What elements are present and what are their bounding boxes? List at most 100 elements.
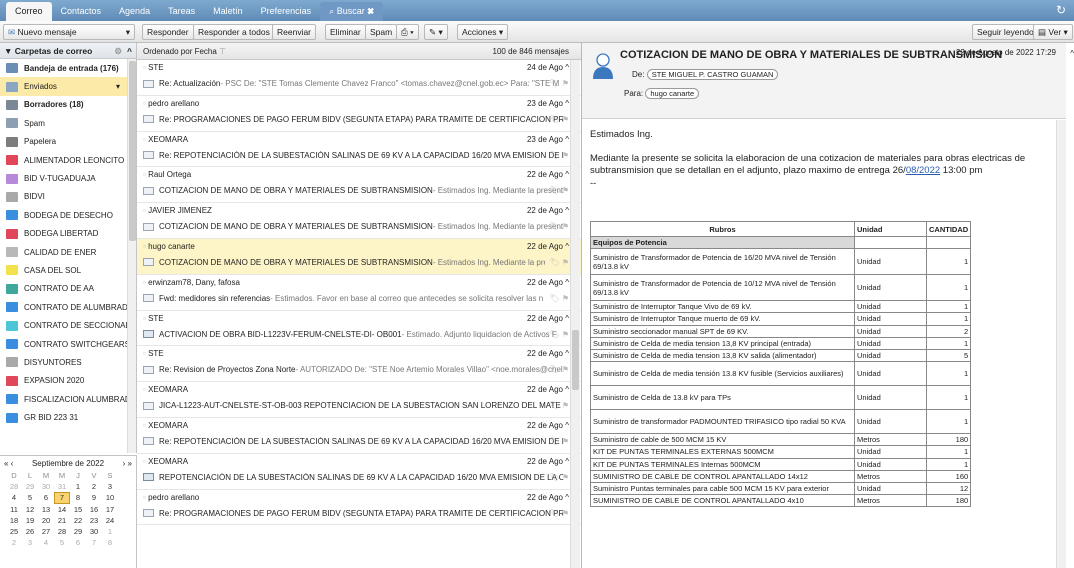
flag-icon[interactable]: ⚑ (562, 473, 569, 482)
calendar-day[interactable]: 28 (54, 526, 70, 537)
calendar-day[interactable]: 11 (6, 504, 22, 515)
settings-icon[interactable]: ⚙ (114, 43, 122, 59)
list-scrollbar[interactable] (570, 60, 580, 568)
tag-icon[interactable]: 🏷 (549, 186, 559, 195)
calendar-day[interactable]: 21 (54, 515, 70, 526)
calendar-day[interactable]: 13 (38, 504, 54, 515)
flag-icon[interactable]: ⚑ (562, 151, 569, 160)
folder-item[interactable]: EXPASION 2020 (0, 372, 136, 390)
expand-icon[interactable]: ^ (565, 63, 569, 72)
folder-item[interactable]: GR BID 223 31 (0, 408, 136, 426)
chevron-down-icon[interactable]: ▾ (126, 25, 130, 39)
tab-agenda[interactable]: Agenda (110, 2, 159, 21)
flag-icon[interactable]: ⚑ (562, 437, 569, 446)
actions-button[interactable]: Acciones ▾ (457, 24, 509, 40)
calendar-day[interactable]: 8 (70, 492, 86, 503)
flag-icon[interactable]: ⚑ (562, 258, 569, 267)
message-row[interactable]: ▫ erwinzam78, Dany, fafosa 22 de Ago ^ Fwd… (137, 275, 581, 311)
calendar-day[interactable]: 5 (22, 492, 38, 503)
calendar-day[interactable]: 6 (70, 537, 86, 548)
calendar-day[interactable]: 27 (38, 526, 54, 537)
calendar-day[interactable]: 12 (22, 504, 38, 515)
message-list-header[interactable]: Ordenado por Fecha ⊤ 100 de 846 mensajes (137, 43, 581, 60)
calendar-day[interactable]: 8 (102, 537, 118, 548)
message-row[interactable]: ▫ XEOMARA 22 de Ago ^ REPOTENCIACIÓN DE LA… (137, 454, 581, 490)
calendar-day[interactable]: 3 (22, 537, 38, 548)
calendar-day[interactable]: 9 (86, 492, 102, 503)
calendar-day[interactable]: 29 (22, 481, 38, 492)
flag-icon[interactable]: ⚑ (562, 365, 569, 374)
tag-icon[interactable]: 🏷 (549, 222, 559, 231)
close-icon[interactable]: ✖ (367, 6, 374, 16)
message-row[interactable]: ▫ STE 24 de Ago ^ Re: Actualización - PSC … (137, 60, 581, 96)
calendar-day[interactable]: 4 (6, 492, 22, 503)
expand-icon[interactable]: ^ (565, 421, 569, 430)
expand-icon[interactable]: ^ (565, 242, 569, 251)
flag-icon[interactable]: ⚑ (562, 115, 569, 124)
folder-item[interactable]: DISYUNTORES (0, 353, 136, 371)
print-button[interactable]: ⎙ ▾ (396, 24, 419, 40)
calendar-day[interactable]: 19 (22, 515, 38, 526)
folder-item[interactable]: CONTRATO SWITCHGEARS (0, 335, 136, 353)
folder-item[interactable]: BIDVI (0, 188, 136, 206)
view-button[interactable]: ▤ Ver ▾ (1033, 24, 1073, 40)
tag-icon[interactable]: 🏷 (549, 330, 559, 339)
folder-item[interactable]: CALIDAD DE ENER (0, 243, 136, 261)
tag-icon[interactable]: 🏷 (549, 437, 559, 446)
folder-item[interactable]: Borradores (18) (0, 96, 136, 114)
delete-button[interactable]: Eliminar (325, 24, 366, 40)
collapse-icon[interactable]: ^ (127, 43, 132, 59)
message-row[interactable]: ▫ XEOMARA 22 de Ago ^ Re: REPOTENCIACIÓN D… (137, 418, 581, 454)
calendar-day[interactable]: 20 (38, 515, 54, 526)
calendar-day[interactable]: 7 (86, 537, 102, 548)
expand-icon[interactable]: ^ (565, 314, 569, 323)
date-link[interactable]: 08/2022 (906, 165, 940, 176)
calendar-day[interactable]: 29 (70, 526, 86, 537)
refresh-icon[interactable]: ↻ (1056, 3, 1066, 17)
reply-button[interactable]: Responder (142, 24, 194, 40)
calendar-day[interactable]: 26 (22, 526, 38, 537)
message-row[interactable]: ▫ JAVIER JIMENEZ 22 de Ago ^ COTIZACION DE… (137, 203, 581, 239)
calendar-day[interactable]: 3 (102, 481, 118, 492)
calendar-day[interactable]: 14 (54, 504, 70, 515)
folder-item[interactable]: Papelera (0, 133, 136, 151)
folder-item[interactable]: BODEGA DE DESECHO (0, 206, 136, 224)
folders-header[interactable]: ▼ Carpetas de correo ⚙ ^ (0, 43, 136, 59)
calendar-day[interactable]: 24 (102, 515, 118, 526)
folder-item[interactable]: Spam (0, 114, 136, 132)
calendar-day[interactable]: 2 (6, 537, 22, 548)
calendar-day[interactable]: 28 (6, 481, 22, 492)
expand-icon[interactable]: ^ (565, 493, 569, 502)
message-row[interactable]: ▫ hugo canarte 22 de Ago ^ COTIZACION DE M… (137, 238, 581, 275)
folder-item[interactable]: BODEGA LIBERTAD (0, 225, 136, 243)
reading-scrollbar[interactable] (1056, 120, 1066, 568)
folder-item[interactable]: Bandeja de entrada (176) (0, 59, 136, 77)
tab-correo[interactable]: Correo (6, 2, 52, 21)
message-row[interactable]: ▫ STE 22 de Ago ^ ACTIVACION DE OBRA BID-L… (137, 311, 581, 347)
tag-icon[interactable]: 🏷 (549, 115, 559, 124)
new-message-button[interactable]: ✉ Nuevo mensaje ▾ (3, 24, 135, 40)
tag-icon[interactable]: 🏷 (549, 151, 559, 160)
flag-icon[interactable]: ⚑ (562, 294, 569, 303)
calendar-day[interactable]: 31 (54, 481, 70, 492)
sort-label[interactable]: Ordenado por Fecha (143, 47, 217, 56)
next-year-icon[interactable]: › » (123, 459, 132, 468)
sidebar-scrollbar[interactable] (127, 59, 136, 453)
expand-icon[interactable]: ^ (565, 99, 569, 108)
calendar-day[interactable]: 17 (102, 504, 118, 515)
tab-contactos[interactable]: Contactos (52, 2, 111, 21)
folder-item[interactable]: BID V-TUGADUAJA (0, 169, 136, 187)
calendar-day[interactable]: 25 (6, 526, 22, 537)
recipient-pill[interactable]: hugo canarte (645, 88, 700, 99)
calendar-day[interactable]: 15 (70, 504, 86, 515)
calendar-day[interactable]: 16 (86, 504, 102, 515)
calendar-day[interactable]: 10 (102, 492, 118, 503)
expand-icon[interactable]: ^ (565, 135, 569, 144)
expand-icon[interactable]: ^ (565, 170, 569, 179)
folder-item[interactable]: CONTRATO DE SECCIONAD (0, 316, 136, 334)
folder-item[interactable]: CONTRATO DE ALUMBRAD (0, 298, 136, 316)
flag-icon[interactable]: ⚑ (562, 330, 569, 339)
folder-item[interactable]: CONTRATO DE AA (0, 280, 136, 298)
message-row[interactable]: ▫ pedro arellano 22 de Ago ^ Re: PROGRAMAC… (137, 490, 581, 526)
calendar-day[interactable]: 4 (38, 537, 54, 548)
